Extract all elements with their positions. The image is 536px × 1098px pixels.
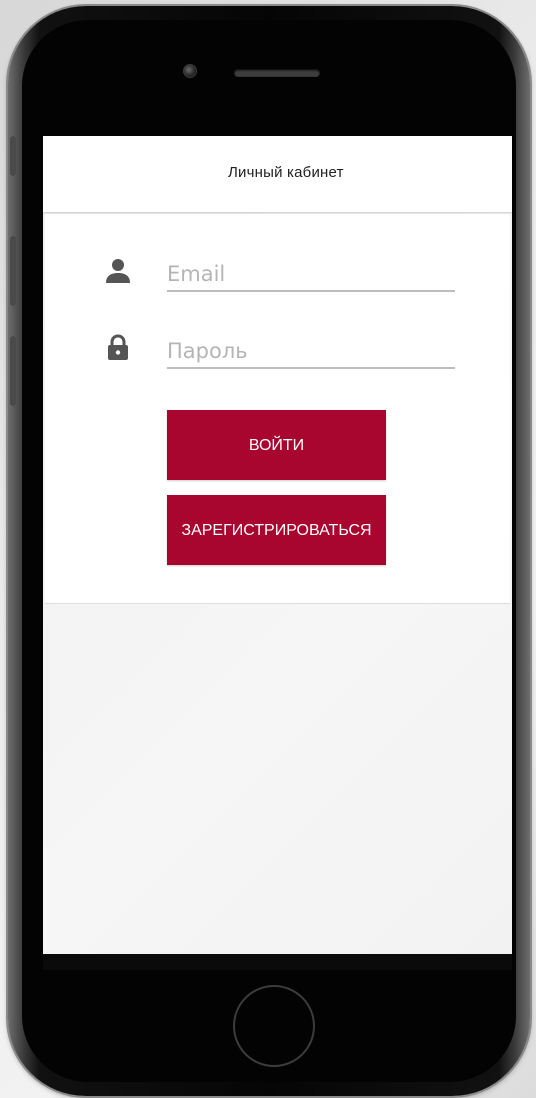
register-button[interactable]: ЗАРЕГИСТРИРОВАТЬСЯ (167, 495, 386, 565)
login-button-label: ВОЙТИ (248, 436, 305, 454)
front-camera-icon (183, 64, 197, 78)
login-button[interactable]: ВОЙТИ (167, 410, 386, 480)
home-button[interactable] (233, 985, 315, 1067)
volume-up-button (10, 236, 16, 306)
app-screen: Личный кабинет ВОЙТИ (43, 136, 512, 970)
password-row (45, 331, 510, 381)
login-form: ВОЙТИ ЗАРЕГИСТРИРОВАТЬСЯ (45, 214, 510, 604)
page-title: Личный кабинет (228, 164, 344, 181)
screen-bottom-bar (43, 954, 512, 970)
email-row (45, 254, 510, 304)
volume-down-button (10, 336, 16, 406)
silent-switch (10, 136, 16, 176)
person-icon (103, 256, 133, 286)
password-field[interactable] (167, 335, 455, 369)
lock-icon (103, 333, 133, 363)
register-button-label: ЗАРЕГИСТРИРОВАТЬСЯ (181, 521, 372, 539)
earpiece-speaker (234, 69, 320, 77)
email-field[interactable] (167, 258, 455, 292)
app-header: Личный кабинет (43, 136, 512, 213)
